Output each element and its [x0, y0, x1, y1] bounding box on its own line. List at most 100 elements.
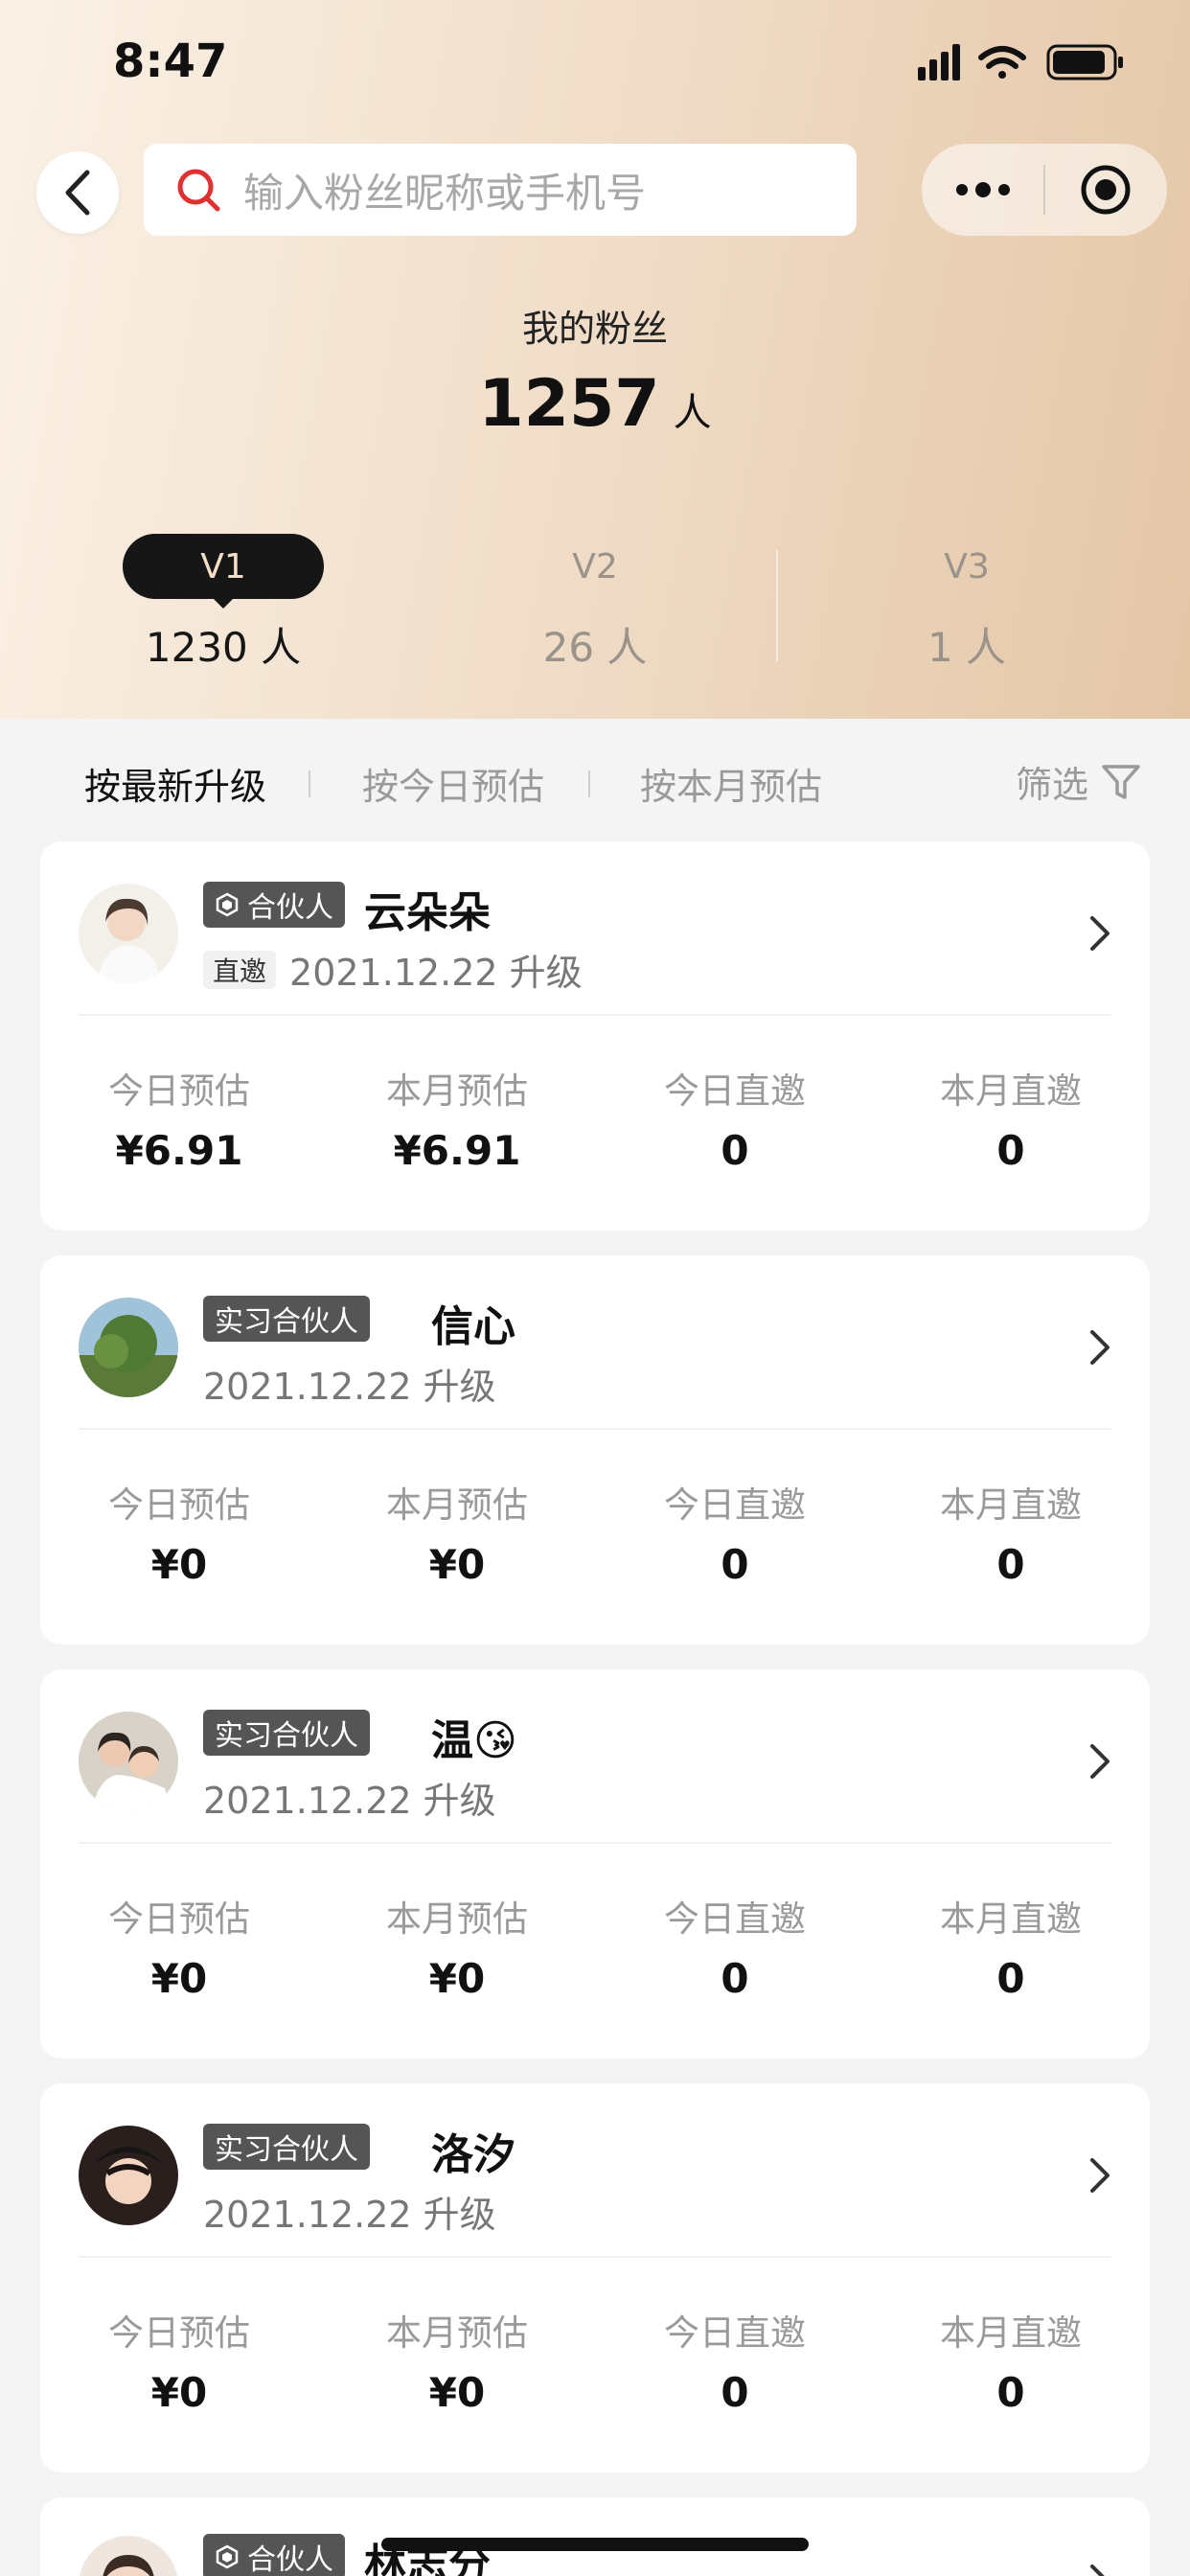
avatar: [79, 1712, 178, 1811]
fan-stats: 今日预估 ¥6.91 本月预估 ¥6.91 今日直邀 0 本月直邀 0: [40, 1062, 1150, 1186]
stat-value: 0: [721, 2369, 749, 2416]
upgrade-date: 2021.12.22 升级: [203, 1780, 496, 1822]
stat-label: 今日直邀: [664, 1898, 806, 1940]
fan-name: 洛汐: [431, 2130, 515, 2179]
stat-value: ¥0: [428, 2369, 486, 2416]
partner-badge: 合伙人: [203, 882, 345, 928]
sort-today-estimate[interactable]: 按今日预估: [362, 757, 544, 810]
fan-card[interactable]: 实习合伙人 洛汐 2021.12.22 升级 今日预估 ¥0 本月预估 ¥0 今…: [40, 2083, 1150, 2472]
filter-button[interactable]: 筛选: [1016, 755, 1142, 808]
stat-label: 本月直邀: [940, 1898, 1082, 1940]
avatar: [79, 2126, 178, 2225]
fan-card[interactable]: 合伙人 云朵朵 直邀 2021.12.22 升级 今日预估 ¥6.91 本月预估…: [40, 841, 1150, 1230]
card-divider: [79, 1428, 1111, 1430]
chevron-right-icon: [1090, 916, 1110, 951]
close-miniprogram-button[interactable]: [1045, 144, 1167, 236]
stat-value: 0: [721, 1955, 749, 2002]
signal-icon: [918, 44, 960, 80]
card-divider: [79, 2256, 1111, 2258]
stat-value: ¥0: [150, 2369, 208, 2416]
stat-value: 0: [996, 1127, 1025, 1174]
level-divider: [776, 550, 778, 661]
level-count: 1 人: [927, 624, 1007, 671]
fans-title: 我的粉丝: [521, 308, 668, 350]
status-icons: [918, 44, 1123, 80]
stat-label: 今日直邀: [664, 1070, 806, 1112]
level-count: 26 人: [542, 624, 648, 671]
stat-label: 今日直邀: [664, 2312, 806, 2354]
badge-label: 实习合伙人: [215, 2133, 358, 2167]
fan-sub-row: 2021.12.22 升级: [203, 1771, 496, 1824]
miniprogram-capsule: [922, 144, 1167, 236]
hexagon-icon: [216, 2544, 239, 2569]
stat-today-direct: 今日直邀 0: [596, 2304, 874, 2416]
hexagon-icon: [216, 892, 239, 917]
avatar: [79, 884, 178, 983]
stat-month-estimate: 本月预估 ¥0: [318, 2304, 596, 2416]
search-icon: [177, 169, 220, 212]
stat-today-estimate: 今日预估 ¥0: [40, 2304, 318, 2416]
tab-level-v2[interactable]: V2 26 人: [408, 533, 782, 677]
wifi-icon: [978, 46, 1026, 79]
avatar: [79, 2536, 178, 2576]
stat-label: 本月直邀: [940, 1484, 1082, 1526]
more-dots-icon: [955, 182, 1010, 197]
upgrade-date: 2021.12.22 升级: [203, 2194, 496, 2236]
stat-value: ¥6.91: [115, 1127, 243, 1174]
stat-value: 0: [996, 2369, 1025, 2416]
stat-value: 0: [996, 1541, 1025, 1588]
status-time: 8:47: [113, 34, 228, 88]
upgrade-date: 2021.12.22 升级: [203, 1366, 496, 1408]
intern-partner-badge: 实习合伙人: [203, 2124, 370, 2170]
fan-sub-row: 2021.12.22 升级: [203, 2185, 496, 2238]
stat-value: ¥0: [428, 1541, 486, 1588]
search-input[interactable]: 输入粉丝昵称或手机号: [144, 144, 857, 236]
stat-value: 0: [996, 1955, 1025, 2002]
tab-level-v1[interactable]: V1 1230 人: [36, 533, 410, 677]
fan-sub-row: 2021.12.22 升级: [203, 1357, 496, 1410]
chevron-right-icon: [1090, 2564, 1105, 2576]
level-label: V2: [572, 546, 618, 586]
stat-value: 0: [721, 1541, 749, 1588]
home-indicator: [381, 2538, 809, 2551]
avatar: [79, 1298, 178, 1397]
fan-card[interactable]: 实习合伙人 温😘 2021.12.22 升级 今日预估 ¥0 本月预估 ¥0 今…: [40, 1669, 1150, 2058]
battery-icon: [1046, 44, 1123, 80]
fan-card[interactable]: 实习合伙人 信心 2021.12.22 升级 今日预估 ¥0 本月预估 ¥0 今…: [40, 1255, 1150, 1644]
more-button[interactable]: [922, 144, 1043, 236]
stat-month-direct: 本月直邀 0: [872, 1890, 1150, 2002]
upgrade-date: 2021.12.22 升级: [289, 952, 583, 994]
back-button[interactable]: [36, 151, 119, 234]
filter-label: 筛选: [1015, 764, 1088, 806]
chevron-right-icon: [1090, 1744, 1110, 1779]
stat-label: 今日预估: [108, 2312, 250, 2354]
chevron-left-icon: [65, 170, 90, 216]
level-tabs: V1 1230 人 V2 26 人 V3 1 人: [0, 533, 1190, 677]
badge-label: 实习合伙人: [215, 1305, 358, 1339]
search-placeholder: 输入粉丝昵称或手机号: [243, 169, 647, 217]
stat-label: 本月预估: [386, 2312, 528, 2354]
level-count: 1230 人: [145, 624, 302, 671]
sort-divider: [309, 770, 310, 797]
stat-value: ¥0: [150, 1541, 208, 1588]
intern-partner-badge: 实习合伙人: [203, 1710, 370, 1756]
filter-funnel-icon: [1102, 764, 1140, 799]
fan-card[interactable]: 合伙人 林志分: [40, 2497, 1150, 2576]
stat-value: ¥6.91: [393, 1127, 521, 1174]
status-bar: 8:47: [0, 0, 1190, 134]
partner-badge: 合伙人: [203, 2534, 345, 2576]
sort-month-estimate[interactable]: 按本月预估: [640, 757, 822, 810]
sort-latest-upgrade[interactable]: 按最新升级: [84, 757, 266, 810]
stat-month-estimate: 本月预估 ¥0: [318, 1476, 596, 1588]
tab-level-v3[interactable]: V3 1 人: [780, 533, 1154, 677]
sort-bar: 按最新升级 按今日预估 按本月预估 筛选: [0, 738, 1190, 824]
stat-today-estimate: 今日预估 ¥6.91: [40, 1062, 318, 1174]
badge-label: 合伙人: [247, 2543, 333, 2576]
stat-label: 今日直邀: [664, 1484, 806, 1526]
fan-name: 温😘: [431, 1716, 517, 1765]
stat-label: 本月预估: [386, 1070, 528, 1112]
fan-stats: 今日预估 ¥0 本月预估 ¥0 今日直邀 0 本月直邀 0: [40, 1476, 1150, 1600]
stat-value: ¥0: [150, 1955, 208, 2002]
fans-count-unit: 人: [673, 391, 712, 435]
stat-month-estimate: 本月预估 ¥0: [318, 1890, 596, 2002]
